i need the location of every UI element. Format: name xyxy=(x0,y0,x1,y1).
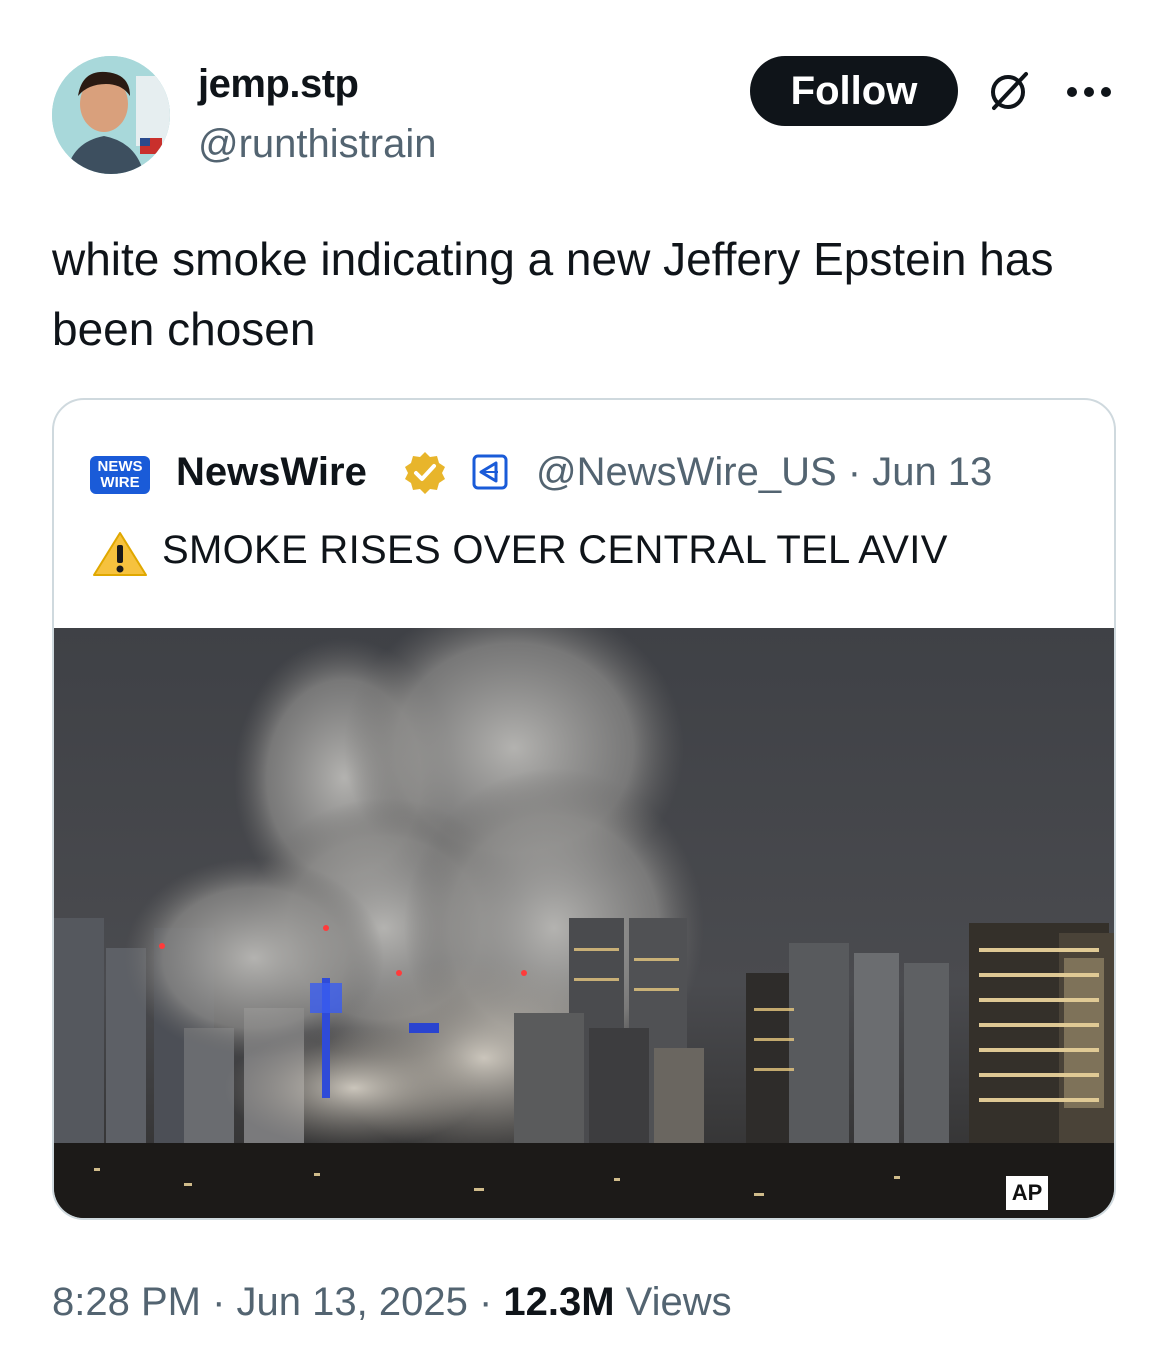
views-count: 12.3M xyxy=(503,1280,615,1324)
newswire-logo[interactable]: NEWS WIRE xyxy=(90,456,150,494)
tweet-text: white smoke indicating a new Jeffery Eps… xyxy=(52,233,1054,355)
quoted-display-name[interactable]: NewsWire xyxy=(176,450,367,495)
tweet-meta: 8:28 PM · Jun 13, 2025 · 12.3M Views xyxy=(52,1280,732,1325)
follow-button[interactable]: Follow xyxy=(750,56,958,126)
separator: · xyxy=(200,1280,237,1324)
quoted-handle-date[interactable]: @NewsWire_US · Jun 13 xyxy=(536,450,992,495)
affiliate-icon[interactable] xyxy=(472,454,508,490)
avatar[interactable] xyxy=(52,56,170,174)
quoted-tweet-card[interactable]: NEWS WIRE NewsWire @NewsWire_US · Jun 13… xyxy=(52,398,1116,1220)
user-handle[interactable]: @runthistrain xyxy=(198,122,436,167)
views-label: Views xyxy=(614,1280,732,1324)
separator: · xyxy=(467,1280,504,1324)
quoted-tweet-text: SMOKE RISES OVER CENTRAL TEL AVIV xyxy=(162,528,948,572)
ap-credit-badge: AP xyxy=(1006,1176,1048,1210)
smoke-skyline-photo[interactable] xyxy=(54,628,1116,1220)
grok-icon[interactable] xyxy=(986,68,1032,114)
verified-badge-icon xyxy=(405,452,445,494)
tweet-date[interactable]: Jun 13, 2025 xyxy=(237,1280,468,1324)
logo-line-1: NEWS xyxy=(97,458,143,475)
display-name[interactable]: jemp.stp xyxy=(198,62,359,107)
more-icon[interactable] xyxy=(1066,86,1112,98)
tweet-time[interactable]: 8:28 PM xyxy=(52,1280,201,1324)
logo-line-2: WIRE xyxy=(100,474,140,491)
warning-icon xyxy=(93,532,147,576)
